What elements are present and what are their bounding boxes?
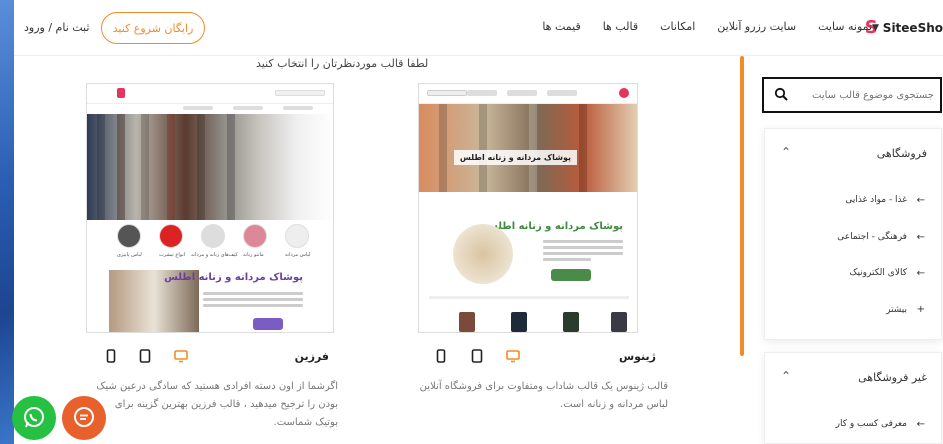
preview-hero-image: پوشاک مردانه و زنانه اطلس [419,104,637,192]
template-name-farzin[interactable]: فرزین [295,350,329,363]
mobile-icon[interactable] [434,349,448,363]
search-input[interactable] [804,85,934,105]
desktop-icon[interactable] [506,349,520,363]
preview-product-thumb [563,312,579,332]
template-name-zhinus[interactable]: ژینوس [619,350,656,363]
nav-item-label: نمونه سایت [818,20,873,33]
preview-text-lines [203,292,303,310]
template-preview-zhinus[interactable]: پوشاک مردانه و زنانه اطلس پوشاک مردانه و… [418,83,638,333]
preview-category-label: مانتو زنانه [243,252,264,258]
preview-category-label: انواع تیشرت [159,252,186,258]
search-icon[interactable] [774,87,788,101]
arrow-left-icon: ← [916,195,925,206]
category-more[interactable]: بیشتر [886,305,907,315]
preview-category-circle [285,224,309,248]
preview-hero-label: پوشاک مردانه و زنانه اطلس [453,150,577,165]
arrow-left-icon: ← [916,268,925,279]
chat-icon [74,407,94,427]
preview-nav [87,104,333,114]
preview-category-circle [243,224,267,248]
category-title[interactable]: غیر فروشگاهی [858,371,927,384]
category-card-shop: فروشگاهی ⌃ ← غذا - مواد غذایی ← فرهنگی -… [764,128,942,340]
preview-category-circle [117,224,141,248]
chat-button[interactable] [62,396,106,440]
category-item[interactable]: فرهنگی - اجتماعی [837,232,907,242]
nav-item-templates[interactable]: قالب ها [603,20,638,33]
preview-button [253,318,283,330]
mobile-icon[interactable] [104,349,118,363]
preview-category-circle [201,224,225,248]
preview-category-label: کیف‌های زنانه و مردانه [191,252,238,258]
preview-header [87,84,333,104]
tablet-icon[interactable] [470,349,484,363]
preview-product-thumb [611,312,627,332]
logo-text: SiteeSho [882,21,943,35]
arrow-left-icon: ← [916,232,925,243]
preview-button [551,269,591,281]
preview-category-circle [159,224,183,248]
whatsapp-icon [24,407,44,428]
template-search [762,77,942,113]
start-free-button[interactable]: رایگان شروع کنید [101,12,205,44]
site-header: S SiteeSho نمونه سایت▼ سایت رزرو آنلاین … [14,0,943,56]
preview-product-thumb [511,312,527,332]
login-register-link[interactable]: ثبت نام / ورود [24,21,89,34]
chevron-up-icon[interactable]: ⌃ [781,369,791,383]
preview-heading: پوشاک مردانه و زنانه اطلس [164,272,303,283]
template-description-farzin: اگرشما از اون دسته افرادی هستید که سادگی… [96,381,338,428]
nav-item-features[interactable]: امکانات [660,20,695,33]
nav-item-samples[interactable]: نمونه سایت▼ [818,20,883,33]
tablet-icon[interactable] [138,349,152,363]
whatsapp-button[interactable] [12,396,56,440]
template-description-zhinus: قالب ژینوس یک قالب شاداب ومتفاوت برای فر… [419,381,668,410]
category-item[interactable]: غذا - مواد غذایی [845,195,907,205]
category-item[interactable]: معرفی کسب و کار [836,419,907,429]
preview-product-image [453,224,513,284]
preview-product-thumb [459,312,475,332]
nav-item-pricing[interactable]: قیمت ها [542,20,580,33]
preview-header [419,84,637,104]
preview-divider-line [429,296,629,302]
preview-hero-image [87,114,333,220]
page-title: لطفا قالب موردنظرتان را انتخاب کنید [256,57,429,70]
category-card-nonshop: غیر فروشگاهی ⌃ ← معرفی کسب و کار [764,352,942,444]
arrow-left-icon: ← [916,419,925,430]
orange-divider [740,56,744,356]
main-nav: نمونه سایت▼ سایت رزرو آنلاین امکانات قال… [542,20,883,33]
chevron-down-icon: ▼ [872,23,879,33]
chevron-up-icon[interactable]: ⌃ [781,145,791,159]
preview-category-label: لباس مردانه [285,252,311,258]
nav-item-reservation[interactable]: سایت رزرو آنلاین [717,20,796,33]
plus-icon: + [916,304,925,315]
category-item[interactable]: کالای الکترونیک [849,268,907,278]
preview-heading: پوشاک مردانه و زنانه اطلس [484,221,623,232]
preview-category-label: لباس پاییزی [117,252,142,258]
preview-text-lines [543,240,623,264]
template-preview-farzin[interactable]: لباس پاییزی انواع تیشرت کیف‌های زنانه و … [86,83,334,333]
left-decorative-strip [0,0,14,444]
category-title[interactable]: فروشگاهی [877,147,927,160]
desktop-icon[interactable] [174,349,188,363]
